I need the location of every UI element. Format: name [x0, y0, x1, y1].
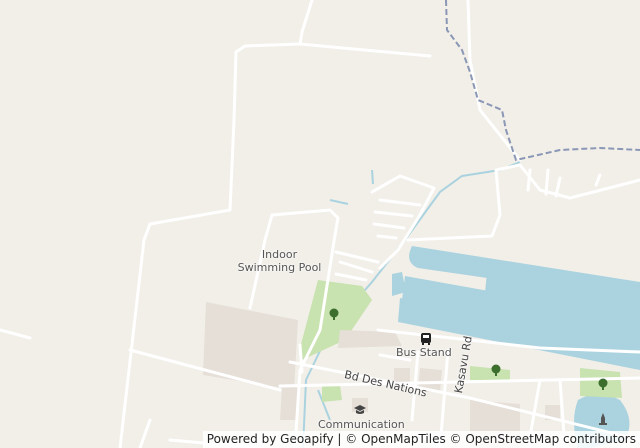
poi-label-indoor-swimming-pool[interactable]: Indoor Swimming Pool	[232, 248, 327, 274]
map-canvas[interactable]: Indoor Swimming Pool Bus Stand Bd Des Na…	[0, 0, 640, 448]
map-layer	[0, 0, 640, 448]
attribution-powered-link[interactable]: Powered by Geoapify	[207, 432, 334, 446]
tree-icon	[329, 308, 339, 320]
tree-icon	[491, 364, 501, 376]
memorial-icon	[599, 413, 607, 425]
school-icon	[354, 405, 366, 414]
attribution-separator: |	[333, 432, 346, 446]
bus-icon	[421, 333, 431, 345]
tree-icon	[598, 378, 608, 390]
poi-label-line: Swimming Pool	[237, 261, 322, 274]
attribution-bar: Powered by Geoapify | © OpenMapTiles © O…	[202, 431, 640, 448]
attribution-openmaptiles-link[interactable]: © OpenMapTiles	[345, 432, 445, 446]
poi-label-bus-stand[interactable]: Bus Stand	[396, 346, 452, 359]
roads	[0, 0, 640, 448]
poi-label-line: Indoor	[261, 248, 298, 261]
poi-label-communication[interactable]: Communication	[318, 418, 405, 431]
attribution-osm-link[interactable]: © OpenStreetMap contributors	[450, 432, 636, 446]
